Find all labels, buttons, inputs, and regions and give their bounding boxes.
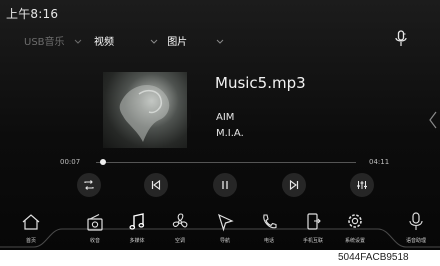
next-button[interactable] [282,173,306,197]
settings-icon [348,214,362,228]
progress-knob[interactable] [100,159,107,165]
source-pictures[interactable]: 图片 [150,33,224,48]
skip-previous-icon [151,179,161,191]
dock-label: 导航 [219,238,230,244]
progress-bar[interactable] [96,162,356,163]
radio-icon [87,214,103,231]
dock-label: 语音助理 [405,238,426,244]
home-icon [22,214,40,230]
bottom-dock: 首页 收音 多媒体 空调 导航 电话 手机互联 系统设置 语音助理 [0,207,440,250]
source-usb-music[interactable]: USB音乐 [24,33,82,48]
dock-multimedia[interactable]: 多媒体 [115,207,159,250]
fan-icon [172,213,188,228]
chevron-down-icon [216,36,224,47]
chevron-left-icon[interactable] [428,110,438,130]
phone-icon [263,214,277,229]
album-art [103,72,187,148]
dock-label: 收音 [89,238,100,244]
repeat-icon [84,180,94,190]
dock-settings[interactable]: 系统设置 [333,207,377,250]
track-album: M.I.A. [216,128,244,139]
source-usb-music-label: USB音乐 [24,37,65,48]
image-id-caption: 5044FACB9518 [338,252,409,263]
dock-label: 多媒体 [129,238,145,244]
dock-climate[interactable]: 空调 [158,207,202,250]
previous-button[interactable] [144,173,168,197]
repeat-button[interactable] [77,173,101,197]
navigation-icon [218,213,234,232]
source-video[interactable]: 视频 [94,33,114,48]
dock-home[interactable]: 首页 [9,207,53,250]
dock-navigation[interactable]: 导航 [203,207,247,250]
dock-radio[interactable]: 收音 [73,207,117,250]
equalizer-icon [357,181,367,189]
track-title: Music5.mp3 [215,74,306,92]
source-video-label: 视频 [94,37,114,48]
voice-assistant-icon [409,212,423,230]
dock-phone-link[interactable]: 手机互联 [291,207,335,250]
pause-button[interactable] [213,173,237,197]
total-time: 04:11 [369,158,390,166]
source-pictures-label: 图片 [167,37,188,48]
track-artist: AIM [216,112,235,123]
dock-label: 电话 [263,238,274,244]
music-note-icon [129,213,145,230]
dock-label: 空调 [174,238,185,244]
phone-link-icon [307,213,321,230]
equalizer-button[interactable] [350,173,374,197]
chevron-down-icon [150,36,158,47]
skip-next-icon [289,179,299,191]
microphone-icon[interactable] [394,30,408,48]
dock-voice-assistant[interactable]: 语音助理 [394,207,438,250]
status-clock: 上午8:16 [6,7,59,21]
chevron-down-icon [74,36,82,47]
head-unit-screen: 上午8:16 USB音乐 视频 图片 Music5.mp3 AIM M.I.A.… [0,0,440,250]
dock-label: 系统设置 [344,238,365,244]
dock-label: 手机互联 [302,238,323,244]
elapsed-time: 00:07 [60,158,81,166]
dock-label: 首页 [25,238,36,244]
dock-phone[interactable]: 电话 [247,207,291,250]
pause-icon [222,181,228,189]
